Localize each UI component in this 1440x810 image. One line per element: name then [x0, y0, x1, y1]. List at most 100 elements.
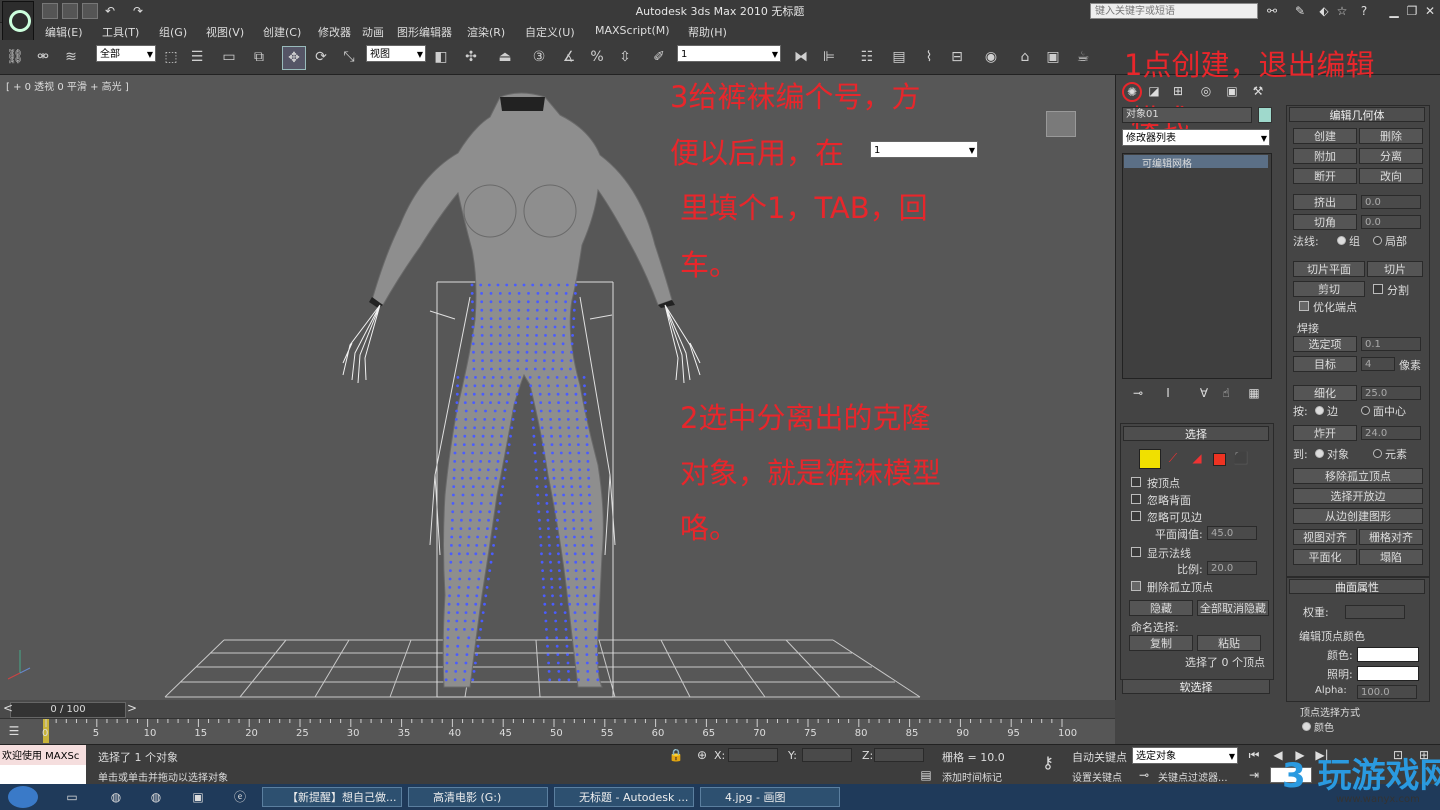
taskbar-item-browser[interactable]: 【新提醒】想自己做...	[262, 787, 402, 807]
turn-button[interactable]: 改向	[1359, 168, 1423, 184]
by-vertex-checkbox[interactable]	[1131, 477, 1141, 487]
favorites-star-icon[interactable]: ☆	[1334, 3, 1350, 19]
menu-edit[interactable]: 编辑(E)	[45, 24, 83, 40]
remove-isolated-button[interactable]: 移除孤立顶点	[1293, 468, 1423, 484]
rect-selection-icon[interactable]: ▭	[218, 46, 240, 68]
delete-isolated-checkbox[interactable]	[1131, 581, 1141, 591]
select-manipulate-icon[interactable]: ✣	[460, 46, 482, 68]
layer-manager-icon[interactable]: ☷	[856, 46, 878, 68]
select-open-edges-button[interactable]: 选择开放边	[1293, 488, 1423, 504]
menu-animation[interactable]: 动画	[362, 24, 384, 40]
game-icon[interactable]: ▣	[190, 789, 206, 805]
weight-spinner[interactable]	[1345, 605, 1405, 619]
illumination-swatch[interactable]	[1357, 666, 1419, 681]
create-button[interactable]: 创建	[1293, 128, 1357, 144]
menu-customize[interactable]: 自定义(U)	[525, 24, 575, 40]
copy-button[interactable]: 复制	[1129, 635, 1193, 651]
tessellate-spinner[interactable]: 25.0	[1361, 386, 1421, 400]
select-rotate-icon[interactable]: ⟳	[310, 46, 332, 68]
set-key-label[interactable]: 设置关键点	[1072, 769, 1122, 784]
menu-tools[interactable]: 工具(T)	[102, 24, 139, 40]
pin-stack-icon[interactable]: ⊸	[1130, 385, 1146, 401]
selection-filter-dropdown[interactable]: 全部	[96, 45, 156, 63]
graphite-tools-icon[interactable]: ▤	[888, 46, 910, 68]
maxscript-listener[interactable]: 欢迎使用 MAXSc	[0, 745, 86, 765]
auto-key-label[interactable]: 自动关键点	[1072, 749, 1127, 765]
angle-snap-icon[interactable]: ∡	[558, 46, 580, 68]
communication-icon[interactable]: ⬖	[1316, 3, 1332, 19]
restore-icon[interactable]: ❐	[1404, 3, 1420, 19]
new-file-icon[interactable]	[42, 3, 58, 19]
element-subobject-icon[interactable]: ⬛	[1233, 450, 1249, 466]
taskbar-item-paint[interactable]: 4.jpg - 画图	[700, 787, 840, 807]
explorer-icon[interactable]: ▭	[64, 789, 80, 805]
rendered-frame-icon[interactable]: ▣	[1042, 46, 1064, 68]
menu-group[interactable]: 组(G)	[159, 24, 187, 40]
ignore-visible-checkbox[interactable]	[1131, 511, 1141, 521]
minimize-icon[interactable]: ▁	[1386, 3, 1402, 19]
object-color-swatch[interactable]	[1258, 107, 1272, 123]
chamfer-spinner[interactable]: 0.0	[1361, 215, 1421, 229]
cut-button[interactable]: 剪切	[1293, 281, 1365, 297]
delete-button[interactable]: 删除	[1359, 128, 1423, 144]
undo-icon[interactable]: ↶	[102, 3, 118, 19]
absolute-mode-icon[interactable]: ⊕	[694, 747, 710, 763]
edge-subobject-icon[interactable]: ⟋	[1165, 450, 1181, 466]
unlink-icon[interactable]: ⚮	[32, 46, 54, 68]
show-end-result-icon[interactable]: I	[1160, 385, 1176, 401]
collapse-button[interactable]: 塌陷	[1359, 549, 1423, 565]
weld-target-button[interactable]: 目标	[1293, 356, 1357, 372]
open-file-icon[interactable]	[62, 3, 78, 19]
select-scale-icon[interactable]: ⤡	[338, 46, 360, 68]
menu-modifiers[interactable]: 修改器	[318, 24, 351, 40]
menu-rendering[interactable]: 渲染(R)	[467, 24, 505, 40]
named-selection-dropdown[interactable]: 1	[677, 45, 781, 63]
ignore-backfacing-checkbox[interactable]	[1131, 494, 1141, 504]
ie-icon[interactable]: ⓔ	[232, 789, 248, 805]
split-checkbox[interactable]	[1373, 284, 1383, 294]
alpha-spinner[interactable]: 100.0	[1357, 685, 1417, 699]
align-icon[interactable]: ⊫	[818, 46, 840, 68]
grid-align-button[interactable]: 栅格对齐	[1359, 529, 1423, 545]
select-by-color-radio[interactable]	[1302, 722, 1311, 731]
go-to-start-icon[interactable]: ⏮	[1246, 747, 1262, 763]
perspective-viewport[interactable]: [ + 0 透视 0 平滑 + 高光 ] 3给裤袜编个号，方 便以后用，在 1 …	[0, 75, 1115, 700]
surface-properties-header[interactable]: 曲面属性	[1289, 579, 1425, 594]
close-icon[interactable]: ✕	[1422, 3, 1438, 19]
show-normals-checkbox[interactable]	[1131, 547, 1141, 557]
edit-named-sel-icon[interactable]: ✐	[648, 46, 670, 68]
render-production-icon[interactable]: ☕	[1072, 46, 1094, 68]
add-time-tag-label[interactable]: 添加时间标记	[942, 769, 1002, 784]
lock-selection-icon[interactable]: 🔒	[668, 747, 684, 763]
vertex-subobject-icon[interactable]	[1139, 449, 1161, 469]
qq-icon[interactable]: ◍	[108, 789, 124, 805]
modifier-list-dropdown[interactable]: 修改器列表	[1122, 129, 1270, 147]
object-name-field[interactable]: 对象01	[1122, 107, 1252, 123]
extrude-spinner[interactable]: 0.0	[1361, 195, 1421, 209]
weld-selected-button[interactable]: 选定项	[1293, 336, 1357, 352]
taskbar-item-folder[interactable]: 高清电影 (G:)	[408, 787, 548, 807]
start-button-icon[interactable]	[8, 786, 38, 808]
menu-maxscript[interactable]: MAXScript(M)	[595, 24, 670, 37]
render-setup-icon[interactable]: ⌂	[1014, 46, 1036, 68]
prev-frame-icon[interactable]: <	[0, 700, 16, 716]
normal-local-radio[interactable]	[1373, 236, 1382, 245]
search-input[interactable]: 键入关键字或短语	[1090, 3, 1258, 19]
keyboard-shortcut-icon[interactable]: ⏏	[494, 46, 516, 68]
x-coord-field[interactable]	[728, 748, 778, 762]
tessellate-button[interactable]: 细化	[1293, 385, 1357, 401]
slice-button[interactable]: 切片	[1367, 261, 1423, 277]
snaps-toggle-icon[interactable]: ③	[528, 46, 550, 68]
create-shape-button[interactable]: 从边创建图形	[1293, 508, 1423, 524]
menu-views[interactable]: 视图(V)	[206, 24, 244, 40]
pivot-center-icon[interactable]: ◧	[430, 46, 452, 68]
z-coord-field[interactable]	[874, 748, 924, 762]
qq2-icon[interactable]: ◍	[148, 789, 164, 805]
material-editor-icon[interactable]: ◉	[980, 46, 1002, 68]
planarize-button[interactable]: 平面化	[1293, 549, 1357, 565]
paste-button[interactable]: 粘贴	[1197, 635, 1261, 651]
ref-coord-dropdown[interactable]: 视图	[366, 45, 426, 63]
hide-button[interactable]: 隐藏	[1129, 600, 1193, 616]
key-filter-icon[interactable]: ⊸	[1136, 767, 1152, 783]
maxscript-input[interactable]	[0, 765, 86, 785]
